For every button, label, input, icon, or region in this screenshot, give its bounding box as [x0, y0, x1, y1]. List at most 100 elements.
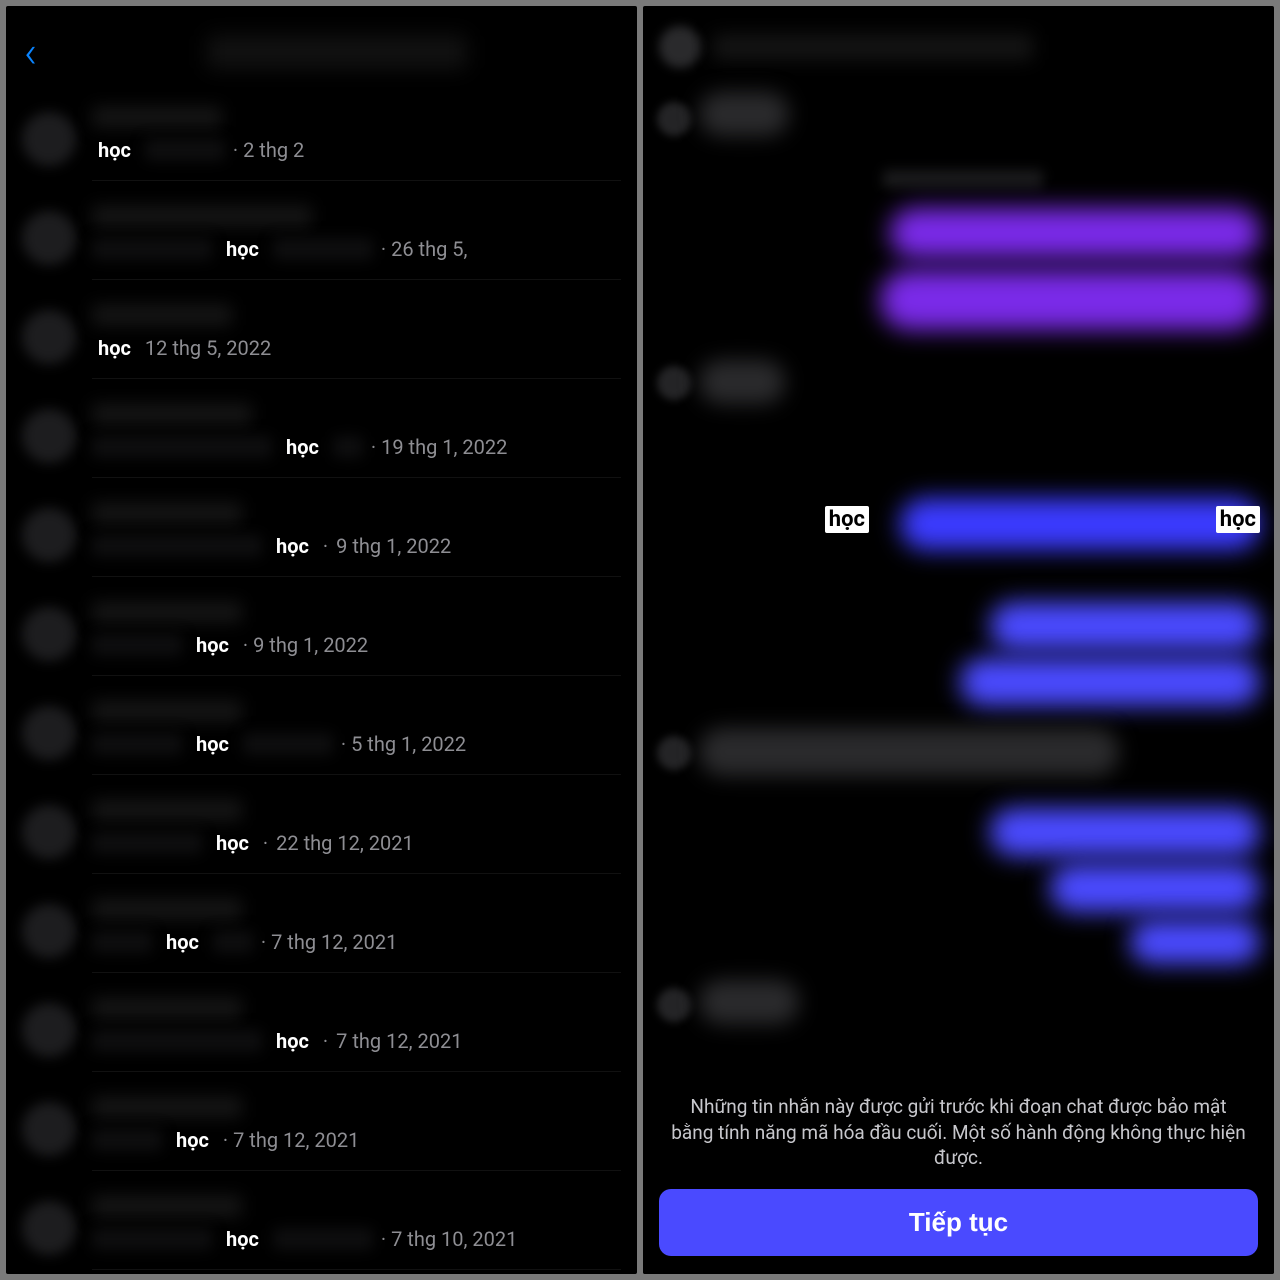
- search-highlight: học: [270, 532, 315, 560]
- results-list: học· 2 thg 2 học · 26 thg 5, học 12 thg 5, 2…: [6, 94, 637, 1274]
- row-body: học· 9 thg 1, 2022: [92, 601, 621, 676]
- chat-header: [643, 6, 1274, 88]
- message-snippet: học · 22 thg 12, 2021: [92, 829, 621, 857]
- contact-name: [92, 304, 232, 326]
- snippet-text: [92, 535, 262, 557]
- row-body: học · 7 thg 12, 2021: [92, 898, 621, 973]
- row-body: học · 26 thg 5,: [92, 205, 621, 280]
- avatar: [22, 1102, 76, 1156]
- search-result-row[interactable]: học · 26 thg 5,: [6, 193, 637, 292]
- search-highlight: học: [1216, 506, 1260, 533]
- message-snippet: học · 9 thg 1, 2022: [92, 532, 621, 560]
- search-result-row[interactable]: học · 7 thg 12, 2021: [6, 985, 637, 1084]
- avatar: [22, 112, 76, 166]
- snippet-text: [92, 634, 182, 656]
- search-highlight: học: [190, 730, 235, 758]
- message-snippet: học· 19 thg 1, 2022: [92, 433, 621, 461]
- avatar: [22, 508, 76, 562]
- message-date: · 9 thg 1, 2022: [243, 633, 368, 657]
- search-result-row[interactable]: học· 19 thg 1, 2022: [6, 391, 637, 490]
- left-header: ‹: [6, 6, 637, 94]
- row-body: học· 2 thg 2: [92, 106, 621, 181]
- search-result-row[interactable]: học · 9 thg 1, 2022: [6, 490, 637, 589]
- snippet-text: [333, 436, 363, 458]
- avatar: [22, 1201, 76, 1255]
- search-highlight: học: [270, 1027, 315, 1055]
- contact-name: [92, 601, 242, 623]
- separator: ·: [323, 534, 328, 558]
- search-result-row[interactable]: học· 9 thg 1, 2022: [6, 589, 637, 688]
- search-result-row[interactable]: học · 7 thg 12, 2021: [6, 886, 637, 985]
- chat-body[interactable]: học học: [643, 88, 1274, 1108]
- message-snippet: học · 5 thg 1, 2022: [92, 730, 621, 758]
- search-result-row[interactable]: học · 22 thg 12, 2021: [6, 787, 637, 886]
- row-body: học · 5 thg 1, 2022: [92, 700, 621, 775]
- page-title: [207, 35, 467, 69]
- snippet-text: [273, 1228, 373, 1250]
- message-date: 7 thg 12, 2021: [336, 1029, 462, 1053]
- search-highlight: học: [220, 235, 265, 263]
- avatar: [22, 1003, 76, 1057]
- snippet-text: [92, 238, 212, 260]
- incoming-bubble: [699, 728, 1119, 776]
- separator: ·: [323, 1029, 328, 1053]
- row-body: học 12 thg 5, 2022: [92, 304, 621, 379]
- search-result-row[interactable]: học 12 thg 5, 2022: [6, 292, 637, 391]
- avatar: [657, 366, 691, 400]
- search-result-row[interactable]: học· 2 thg 2: [6, 94, 637, 193]
- message-date: · 26 thg 5,: [381, 237, 468, 261]
- search-highlight: học: [160, 928, 205, 956]
- contact-name: [92, 205, 312, 227]
- back-icon[interactable]: ‹: [24, 30, 37, 74]
- row-body: học · 7 thg 10, 2021: [92, 1195, 621, 1270]
- message-date: · 7 thg 10, 2021: [381, 1227, 517, 1251]
- search-highlight: học: [92, 334, 137, 362]
- notice-text: Những tin nhắn này được gửi trước khi đo…: [659, 1094, 1258, 1171]
- message-date: · 5 thg 1, 2022: [341, 732, 466, 756]
- message-snippet: học · 26 thg 5,: [92, 235, 621, 263]
- avatar: [22, 310, 76, 364]
- snippet-text: [145, 139, 225, 161]
- avatar: [22, 409, 76, 463]
- timestamp: [883, 170, 1043, 188]
- search-results-pane: ‹ học· 2 thg 2 học · 26 thg 5, học 12 thg 5,…: [6, 6, 637, 1274]
- avatar: [22, 211, 76, 265]
- search-highlight: học: [280, 433, 325, 461]
- avatar: [22, 607, 76, 661]
- snippet-text: [92, 1030, 262, 1052]
- outgoing-bubble: [890, 208, 1260, 258]
- search-highlight: học: [220, 1225, 265, 1253]
- snippet-text: [92, 733, 182, 755]
- message-date: · 7 thg 12, 2021: [261, 930, 397, 954]
- avatar: [22, 805, 76, 859]
- avatar[interactable]: [659, 26, 701, 68]
- chat-pane: học học Những tin nhắn này được gửi trướ…: [643, 6, 1274, 1274]
- snippet-text: [213, 931, 253, 953]
- outgoing-bubble: [1050, 864, 1260, 912]
- row-body: học · 22 thg 12, 2021: [92, 799, 621, 874]
- incoming-bubble: [699, 92, 789, 136]
- message-snippet: học· 7 thg 12, 2021: [92, 1126, 621, 1154]
- search-result-row[interactable]: học· 7 thg 12, 2021: [6, 1084, 637, 1183]
- row-body: học· 7 thg 12, 2021: [92, 1096, 621, 1171]
- avatar: [657, 736, 691, 770]
- contact-name: [92, 898, 242, 920]
- message-date: 12 thg 5, 2022: [145, 336, 271, 360]
- message-snippet: học· 2 thg 2: [92, 136, 621, 164]
- message-date: · 7 thg 12, 2021: [223, 1128, 359, 1152]
- outgoing-bubble: [880, 270, 1260, 330]
- row-body: học · 7 thg 12, 2021: [92, 997, 621, 1072]
- incoming-bubble: [699, 980, 799, 1024]
- snippet-text: [92, 832, 202, 854]
- outgoing-bubble: [960, 658, 1260, 706]
- row-body: học· 19 thg 1, 2022: [92, 403, 621, 478]
- search-result-row[interactable]: học · 7 thg 10, 2021: [6, 1183, 637, 1274]
- search-result-row[interactable]: học · 5 thg 1, 2022: [6, 688, 637, 787]
- message-snippet: học · 7 thg 12, 2021: [92, 1027, 621, 1055]
- continue-button[interactable]: Tiếp tục: [659, 1189, 1258, 1256]
- avatar: [657, 988, 691, 1022]
- chat-title: [713, 34, 1033, 60]
- row-body: học · 9 thg 1, 2022: [92, 502, 621, 577]
- search-highlight: học: [210, 829, 255, 857]
- contact-name: [92, 799, 242, 821]
